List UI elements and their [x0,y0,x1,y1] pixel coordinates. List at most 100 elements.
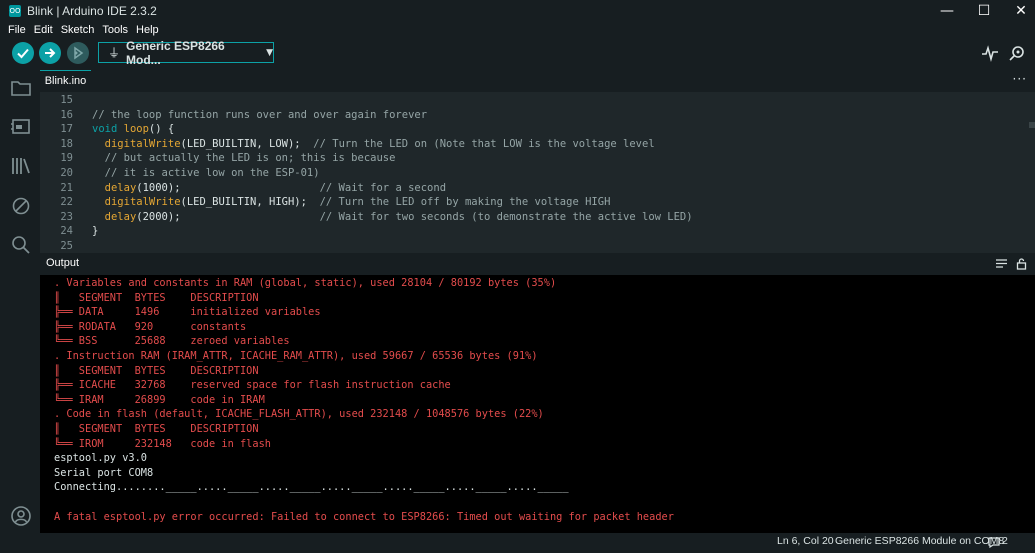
output-line: Connecting........_____....._____.....__… [54,481,569,494]
checkmark-icon [17,48,29,59]
line-number: 22 [60,196,73,209]
debug-panel-icon[interactable] [10,195,32,217]
output-line: ╠══ RODATA 920 constants [54,320,247,333]
cursor-position[interactable]: Ln 6, Col 20 [777,535,834,547]
menu-bar: File Edit Sketch Tools Help [0,22,167,38]
close-button[interactable]: ✕ [1001,0,1035,22]
output-line: A fatal esptool.py error occurred: Faile… [54,510,674,523]
output-console[interactable]: . Variables and constants in RAM (global… [40,275,1035,533]
code-token: delay [104,181,137,194]
library-manager-icon[interactable] [10,155,32,177]
code-token: digitalWrite [104,196,181,209]
line-number: 16 [60,108,73,121]
code-token: loop [123,123,149,136]
code-line: 22 digitalWrite(LED_BUILTIN, HIGH); // T… [40,195,1035,210]
line-number: 15 [60,94,73,106]
scroll-lock-icon[interactable] [1015,257,1028,270]
output-line: ║ SEGMENT BYTES DESCRIPTION [54,291,259,304]
code-token: // Turn the LED on (Note that LOW is the… [313,137,655,150]
serial-plotter-icon[interactable] [981,44,999,62]
output-header: Output [40,253,1035,275]
tab-blink-ino[interactable]: Blink.ino [40,70,91,92]
code-line: 19 // but actually the LED is on; this i… [40,151,1035,166]
usb-icon: ⏚ [108,46,121,60]
status-bar: Ln 6, Col 20 Generic ESP8266 Module on C… [0,533,1035,550]
code-line: 17 void loop() { [40,122,1035,137]
code-token: // it is active low on the ESP-01) [92,167,320,179]
menu-file[interactable]: File [8,24,26,36]
minimize-button[interactable]: — [927,0,967,22]
line-number: 18 [60,137,73,150]
title-bar: OO Blink | Arduino IDE 2.3.2 [0,0,1035,22]
output-line: ╚══ IROM 232148 code in flash [54,437,271,450]
code-text: // the loop function runs over and over … [92,108,427,123]
code-token: (LED_BUILTIN, HIGH); [180,196,320,209]
code-line: 25 [40,239,1035,253]
notifications-icon[interactable] [988,535,1000,549]
maximize-button[interactable]: ☐ [964,0,1004,22]
arrow-right-icon [45,48,56,58]
line-number: 24 [60,225,73,238]
serial-monitor-icon[interactable] [1007,44,1027,62]
code-text: void loop() { [92,122,174,137]
clear-output-icon[interactable] [995,257,1008,270]
sketchbook-folder-icon[interactable] [10,77,32,99]
code-token: digitalWrite [104,137,181,150]
board-selector[interactable]: ⏚ Generic ESP8266 Mod... ▼ [98,39,274,67]
verify-button[interactable] [12,42,34,64]
code-line: 24} [40,224,1035,239]
output-line: ║ SEGMENT BYTES DESCRIPTION [54,423,259,435]
code-editor[interactable]: 15 16 // the loop function runs over and o… [40,92,1035,253]
code-token: (LED_BUILTIN, LOW); [180,137,314,150]
arduino-logo-icon: OO [9,5,21,17]
menu-tools[interactable]: Tools [102,24,128,36]
menu-sketch[interactable]: Sketch [61,24,95,36]
output-line: . Code in flash (default, ICACHE_FLASH_A… [54,408,544,421]
line-number: 23 [60,210,73,223]
output-line: ╚══ BSS 25688 zeroed variables [54,335,290,348]
code-token: // Wait for a second [319,181,447,194]
line-number: 25 [60,240,73,252]
debug-icon [74,46,84,60]
code-token: // but actually the LED is on; this is b… [92,152,396,165]
output-line: ╠══ ICACHE 32768 reserved space for flas… [54,379,451,392]
code-token: void [92,123,118,136]
code-token: delay [104,210,137,223]
output-line: Serial port COM8 [54,466,154,479]
account-avatar-icon[interactable] [10,505,32,527]
line-number: 19 [60,152,73,165]
output-line: ║ SEGMENT BYTES DESCRIPTION [54,364,259,377]
menu-edit[interactable]: Edit [34,24,53,36]
upload-button[interactable] [39,42,61,64]
board-selector-label: Generic ESP8266 Mod... [126,38,225,67]
menu-help[interactable]: Help [136,24,159,36]
output-line: . Variables and constants in RAM (global… [54,277,557,289]
code-token: () { [148,123,175,136]
code-line: 20 // it is active low on the ESP-01) [40,166,1035,181]
chevron-down-icon: ▼ [266,47,273,58]
editor-tabs: Blink.ino ··· [40,70,1035,92]
line-number: 17 [60,123,73,136]
debug-button[interactable] [67,42,89,64]
code-token: // Wait for two seconds (to demonstrate … [319,210,693,223]
more-options-icon[interactable]: ··· [1013,72,1027,86]
code-text: digitalWrite(LED_BUILTIN, HIGH); // Turn… [92,195,611,210]
board-port-status[interactable]: Generic ESP8266 Module on COM8 [835,535,1004,547]
code-text: delay(1000); // Wait for a second [92,181,446,196]
code-line: 16 // the loop function runs over and ove… [40,108,1035,123]
boards-manager-icon[interactable] [10,116,32,138]
code-token: (2000); [136,210,320,223]
search-icon[interactable] [10,234,32,256]
code-token: // Turn the LED off by making the voltag… [319,196,611,209]
window-title: Blink | Arduino IDE 2.3.2 [27,4,157,18]
code-token: (1000); [136,181,320,194]
code-line: 23 delay(2000); // Wait for two seconds … [40,210,1035,225]
code-token: // the loop function runs over and over … [92,108,428,121]
line-number: 20 [60,167,73,179]
code-text: delay(2000); // Wait for two seconds (to… [92,210,693,225]
notifications-count[interactable]: 2 [1002,535,1008,547]
